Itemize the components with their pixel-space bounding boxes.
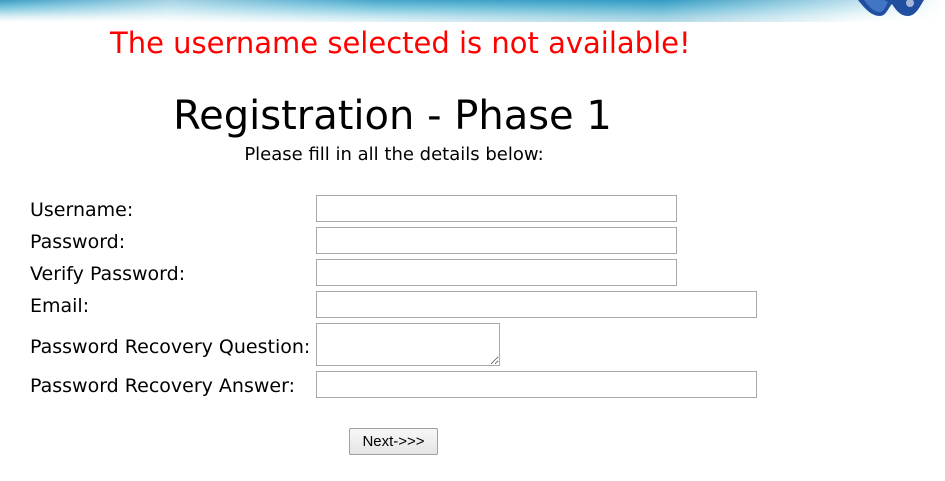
password-label: Password: — [30, 231, 126, 253]
recovery-question-label: Password Recovery Question: — [30, 336, 311, 358]
next-button[interactable]: Next->>> — [349, 428, 438, 455]
recovery-answer-input[interactable] — [316, 371, 757, 398]
header-banner — [0, 0, 945, 22]
password-input[interactable] — [316, 227, 677, 254]
recovery-question-textarea[interactable] — [316, 323, 500, 366]
username-input[interactable] — [316, 195, 677, 222]
verify-password-input[interactable] — [316, 259, 677, 286]
logo-icon — [858, 0, 924, 16]
page-title: Registration - Phase 1 — [173, 93, 612, 139]
recovery-answer-label: Password Recovery Answer: — [30, 375, 295, 397]
email-label: Email: — [30, 295, 90, 317]
verify-password-label: Verify Password: — [30, 263, 186, 285]
email-input[interactable] — [316, 291, 757, 318]
banner-swoosh — [0, 0, 945, 22]
username-label: Username: — [30, 199, 134, 221]
page-subtitle: Please fill in all the details below: — [244, 144, 544, 165]
error-message: The username selected is not available! — [110, 26, 691, 60]
